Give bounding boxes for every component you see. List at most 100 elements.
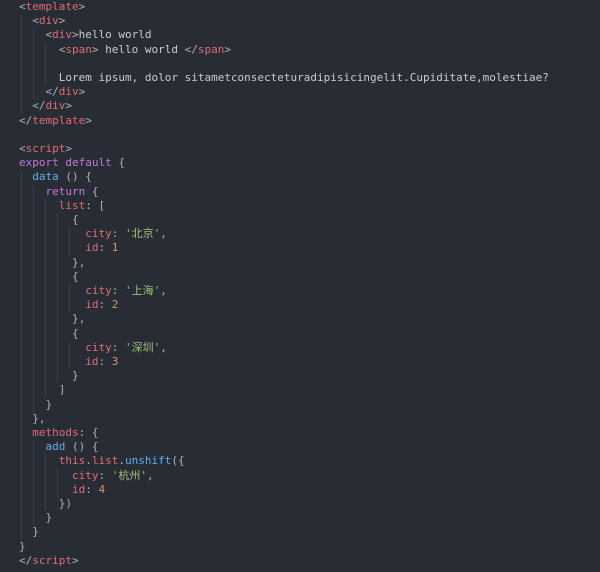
code-line: id: 1 xyxy=(19,241,118,255)
code-token: hello world xyxy=(98,42,185,56)
code-token: . xyxy=(85,454,92,468)
code-token: : xyxy=(98,468,112,482)
code-editor[interactable]: <template> <div> <div>hello world <span>… xyxy=(0,0,600,572)
code-token: div xyxy=(52,28,72,42)
code-token: this xyxy=(58,454,86,468)
code-line: }, xyxy=(19,312,85,326)
code-token: id xyxy=(85,241,99,255)
code-token: , xyxy=(146,468,154,482)
code-token: } xyxy=(45,511,53,525)
code-line: }) xyxy=(19,497,72,511)
code-token: > xyxy=(72,553,79,567)
code-line: city: '杭州', xyxy=(19,469,154,483)
code-token: '北京' xyxy=(124,227,161,241)
code-token: { xyxy=(71,213,79,226)
code-token: id xyxy=(71,482,86,496)
code-token: script xyxy=(32,553,72,567)
code-token: id xyxy=(85,355,99,368)
code-token: } xyxy=(32,525,39,539)
code-line: id: 3 xyxy=(19,355,118,369)
code-token: } xyxy=(71,369,79,383)
code-line: } xyxy=(19,369,79,383)
code-token: : xyxy=(98,298,112,312)
code-token: unshift xyxy=(125,454,172,468)
code-token: Lorem ipsum, dolor sitametconsecteturadi… xyxy=(58,71,549,84)
code-token: }, xyxy=(71,312,86,326)
code-line: { xyxy=(19,270,79,284)
code-line: </template> xyxy=(19,114,92,128)
code-token: : xyxy=(111,284,125,297)
code-token: : xyxy=(111,340,125,354)
code-token: span xyxy=(65,42,92,56)
code-token: script xyxy=(25,142,66,155)
code-line: this.list.unshift({ xyxy=(19,454,185,468)
code-token: add xyxy=(45,440,66,454)
code-token: : xyxy=(111,227,125,241)
code-line: }, xyxy=(19,256,85,270)
code-token: city xyxy=(85,227,112,241)
code-line: <div> xyxy=(19,14,65,28)
code-token: '杭州' xyxy=(111,468,147,482)
code-token: { xyxy=(71,326,79,340)
code-line: </div> xyxy=(19,85,86,99)
code-token: > xyxy=(72,28,79,42)
code-token: : xyxy=(98,355,112,368)
code-token: () { xyxy=(58,170,92,184)
code-token: > xyxy=(65,142,72,155)
code-token: < xyxy=(19,0,26,13)
code-token: > xyxy=(65,99,72,113)
code-token: </ xyxy=(32,99,46,113)
code-token: > xyxy=(78,85,86,99)
code-line: return { xyxy=(19,185,99,199)
code-token: }) xyxy=(58,497,72,510)
code-token: 4 xyxy=(98,482,106,496)
code-token: template xyxy=(25,0,79,13)
code-token: city xyxy=(71,468,99,482)
code-token: > xyxy=(91,42,99,56)
code-token: id xyxy=(85,298,99,312)
code-token: span xyxy=(197,42,225,56)
code-token: ({ xyxy=(171,454,185,468)
code-token: < xyxy=(19,142,26,155)
code-token: hello world xyxy=(78,28,152,42)
code-line: id: 2 xyxy=(19,298,118,312)
code-token: default xyxy=(65,156,119,170)
code-token: </ xyxy=(19,553,33,567)
code-token: export xyxy=(19,156,66,170)
code-token: > xyxy=(224,42,231,56)
code-token: div xyxy=(45,99,66,113)
code-token: , xyxy=(160,340,167,354)
code-token: methods xyxy=(32,426,79,439)
code-token: city xyxy=(85,340,112,354)
code-token: } xyxy=(45,397,53,411)
code-line: </div> xyxy=(19,99,72,113)
code-token: </ xyxy=(45,85,59,99)
code-line: city: '北京', xyxy=(19,227,167,241)
code-line: <span> hello world </span> xyxy=(19,43,231,57)
code-token: return xyxy=(45,184,86,198)
